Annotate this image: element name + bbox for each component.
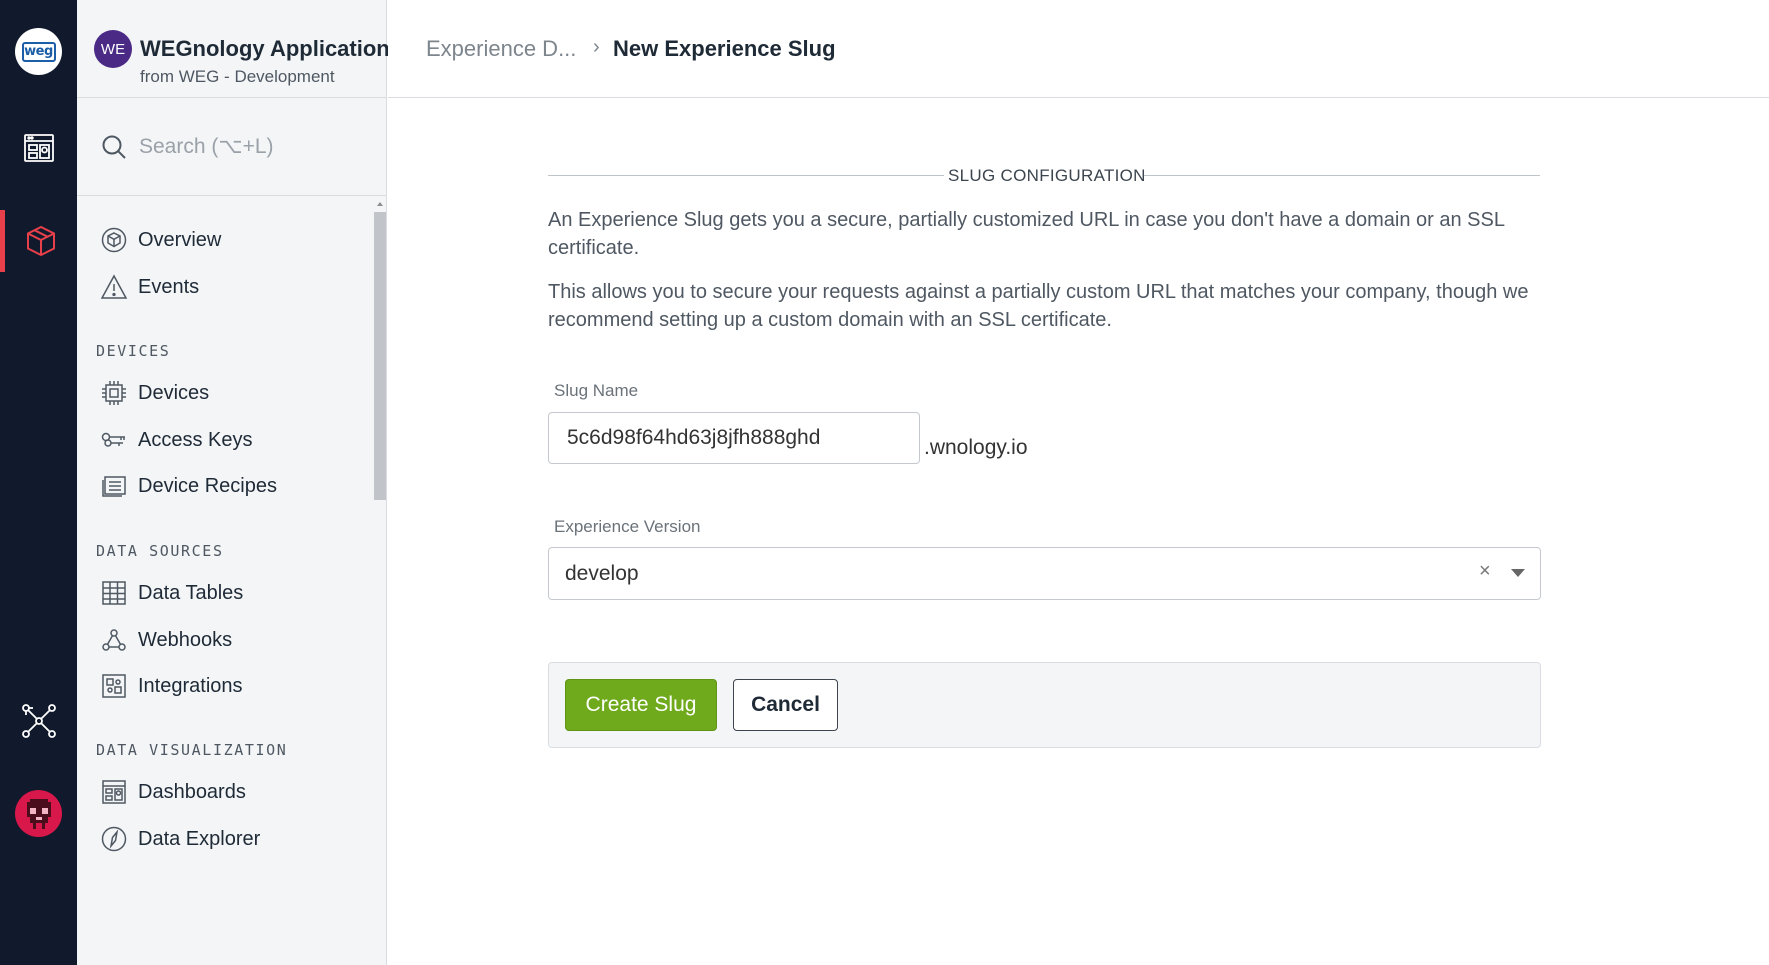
cube-outline-icon <box>101 227 127 253</box>
sidebar-item-label: Access Keys <box>138 428 253 451</box>
sidebar-search[interactable]: Search (⌥+L) <box>77 98 386 196</box>
warning-triangle-icon <box>101 274 127 300</box>
applications-rail-button[interactable] <box>0 117 77 179</box>
sidebar-item-label: Data Explorer <box>138 827 261 850</box>
sidebar-item-data-tables[interactable]: Data Tables <box>101 576 243 610</box>
global-rail: weg <box>0 0 77 965</box>
experience-version-label: Experience Version <box>554 517 701 536</box>
application-org: from WEG - Development <box>140 67 335 86</box>
breadcrumb-parent-link[interactable]: Experience D... <box>426 36 576 62</box>
form-actions: Create Slug Cancel <box>548 662 1541 748</box>
sidebar-item-access-keys[interactable]: Access Keys <box>101 423 252 457</box>
application-header[interactable]: WE WEGnology Application from WEG - Deve… <box>77 0 390 98</box>
dashboard-icon <box>101 779 127 805</box>
keys-icon <box>101 427 127 453</box>
network-nodes-icon <box>21 704 56 738</box>
dashboard-grid-icon <box>23 134 54 162</box>
sidebar-item-label: Events <box>138 275 200 298</box>
application-sidebar: WE WEGnology Application from WEG - Deve… <box>77 0 390 965</box>
sidebar-item-integrations[interactable]: Integrations <box>101 669 243 703</box>
webhook-icon <box>101 627 127 653</box>
sidebar-item-events[interactable]: Events <box>101 270 199 304</box>
section-title-data-visualization: DATA VISUALIZATION <box>96 741 288 759</box>
clear-icon[interactable]: × <box>1479 560 1491 583</box>
section-divider-right <box>1144 175 1540 176</box>
sidebar-nav: Overview Events DEVICES Devices Access K… <box>77 200 373 965</box>
chip-icon <box>101 380 127 406</box>
sidebar-item-label: Device Recipes <box>138 474 277 497</box>
slug-name-input[interactable] <box>548 412 920 464</box>
sidebar-item-label: Data Tables <box>138 581 244 604</box>
breadcrumb: Experience D... › New Experience Slug <box>388 0 1769 98</box>
application-badge: WE <box>94 30 132 68</box>
description-paragraph-1: An Experience Slug gets you a secure, pa… <box>548 209 1505 259</box>
sidebar-scrollbar[interactable] <box>374 200 386 965</box>
slug-domain-suffix: .wnology.io <box>924 436 1028 459</box>
application-rail-button[interactable] <box>0 210 77 272</box>
chevron-down-icon[interactable] <box>1511 569 1525 577</box>
weg-logo-text: weg <box>21 41 56 62</box>
sidebar-item-device-recipes[interactable]: Device Recipes <box>101 469 277 503</box>
sidebar-item-devices[interactable]: Devices <box>101 376 209 410</box>
weg-logo[interactable]: weg <box>15 28 62 75</box>
sidebar-item-label: Webhooks <box>138 628 233 651</box>
page-title: New Experience Slug <box>613 36 836 61</box>
section-divider-left <box>548 175 944 176</box>
experience-version-select[interactable]: develop × <box>548 547 1541 600</box>
table-grid-icon <box>101 580 127 606</box>
sidebar-item-label: Integrations <box>138 674 243 697</box>
sidebar-item-overview[interactable]: Overview <box>101 223 221 257</box>
search-icon <box>102 135 126 159</box>
breadcrumb-separator: › <box>593 36 600 58</box>
section-title-devices: DEVICES <box>96 342 171 360</box>
sidebar-item-label: Devices <box>138 381 210 404</box>
slug-form: SLUG CONFIGURATION An Experience Slug ge… <box>388 98 1769 965</box>
sidebar-item-data-explorer[interactable]: Data Explorer <box>101 822 260 856</box>
slug-name-label: Slug Name <box>554 381 639 400</box>
network-rail-button[interactable] <box>0 690 77 752</box>
application-name: WEGnology Application <box>140 36 390 61</box>
cube-icon <box>27 225 55 257</box>
cancel-button[interactable]: Cancel <box>733 679 838 731</box>
puzzle-icon <box>101 673 127 699</box>
recipe-icon <box>101 473 127 499</box>
scroll-up-arrow-icon[interactable] <box>377 202 383 206</box>
scrollbar-thumb[interactable] <box>374 212 386 500</box>
description-paragraph-2: This allows you to secure your requests … <box>548 281 1529 331</box>
section-title-data-sources: DATA SOURCES <box>96 542 224 560</box>
sidebar-item-label: Overview <box>138 228 222 251</box>
compass-icon <box>101 826 127 852</box>
create-slug-button[interactable]: Create Slug <box>565 679 717 731</box>
user-avatar[interactable] <box>15 790 62 837</box>
section-title-slug-configuration: SLUG CONFIGURATION <box>948 166 1146 185</box>
experience-version-value: develop <box>565 562 639 585</box>
pixel-avatar-icon <box>26 798 51 829</box>
sidebar-item-webhooks[interactable]: Webhooks <box>101 623 232 657</box>
search-placeholder: Search (⌥+L) <box>139 135 274 158</box>
sidebar-item-dashboards[interactable]: Dashboards <box>101 775 246 809</box>
sidebar-item-label: Dashboards <box>138 780 246 803</box>
